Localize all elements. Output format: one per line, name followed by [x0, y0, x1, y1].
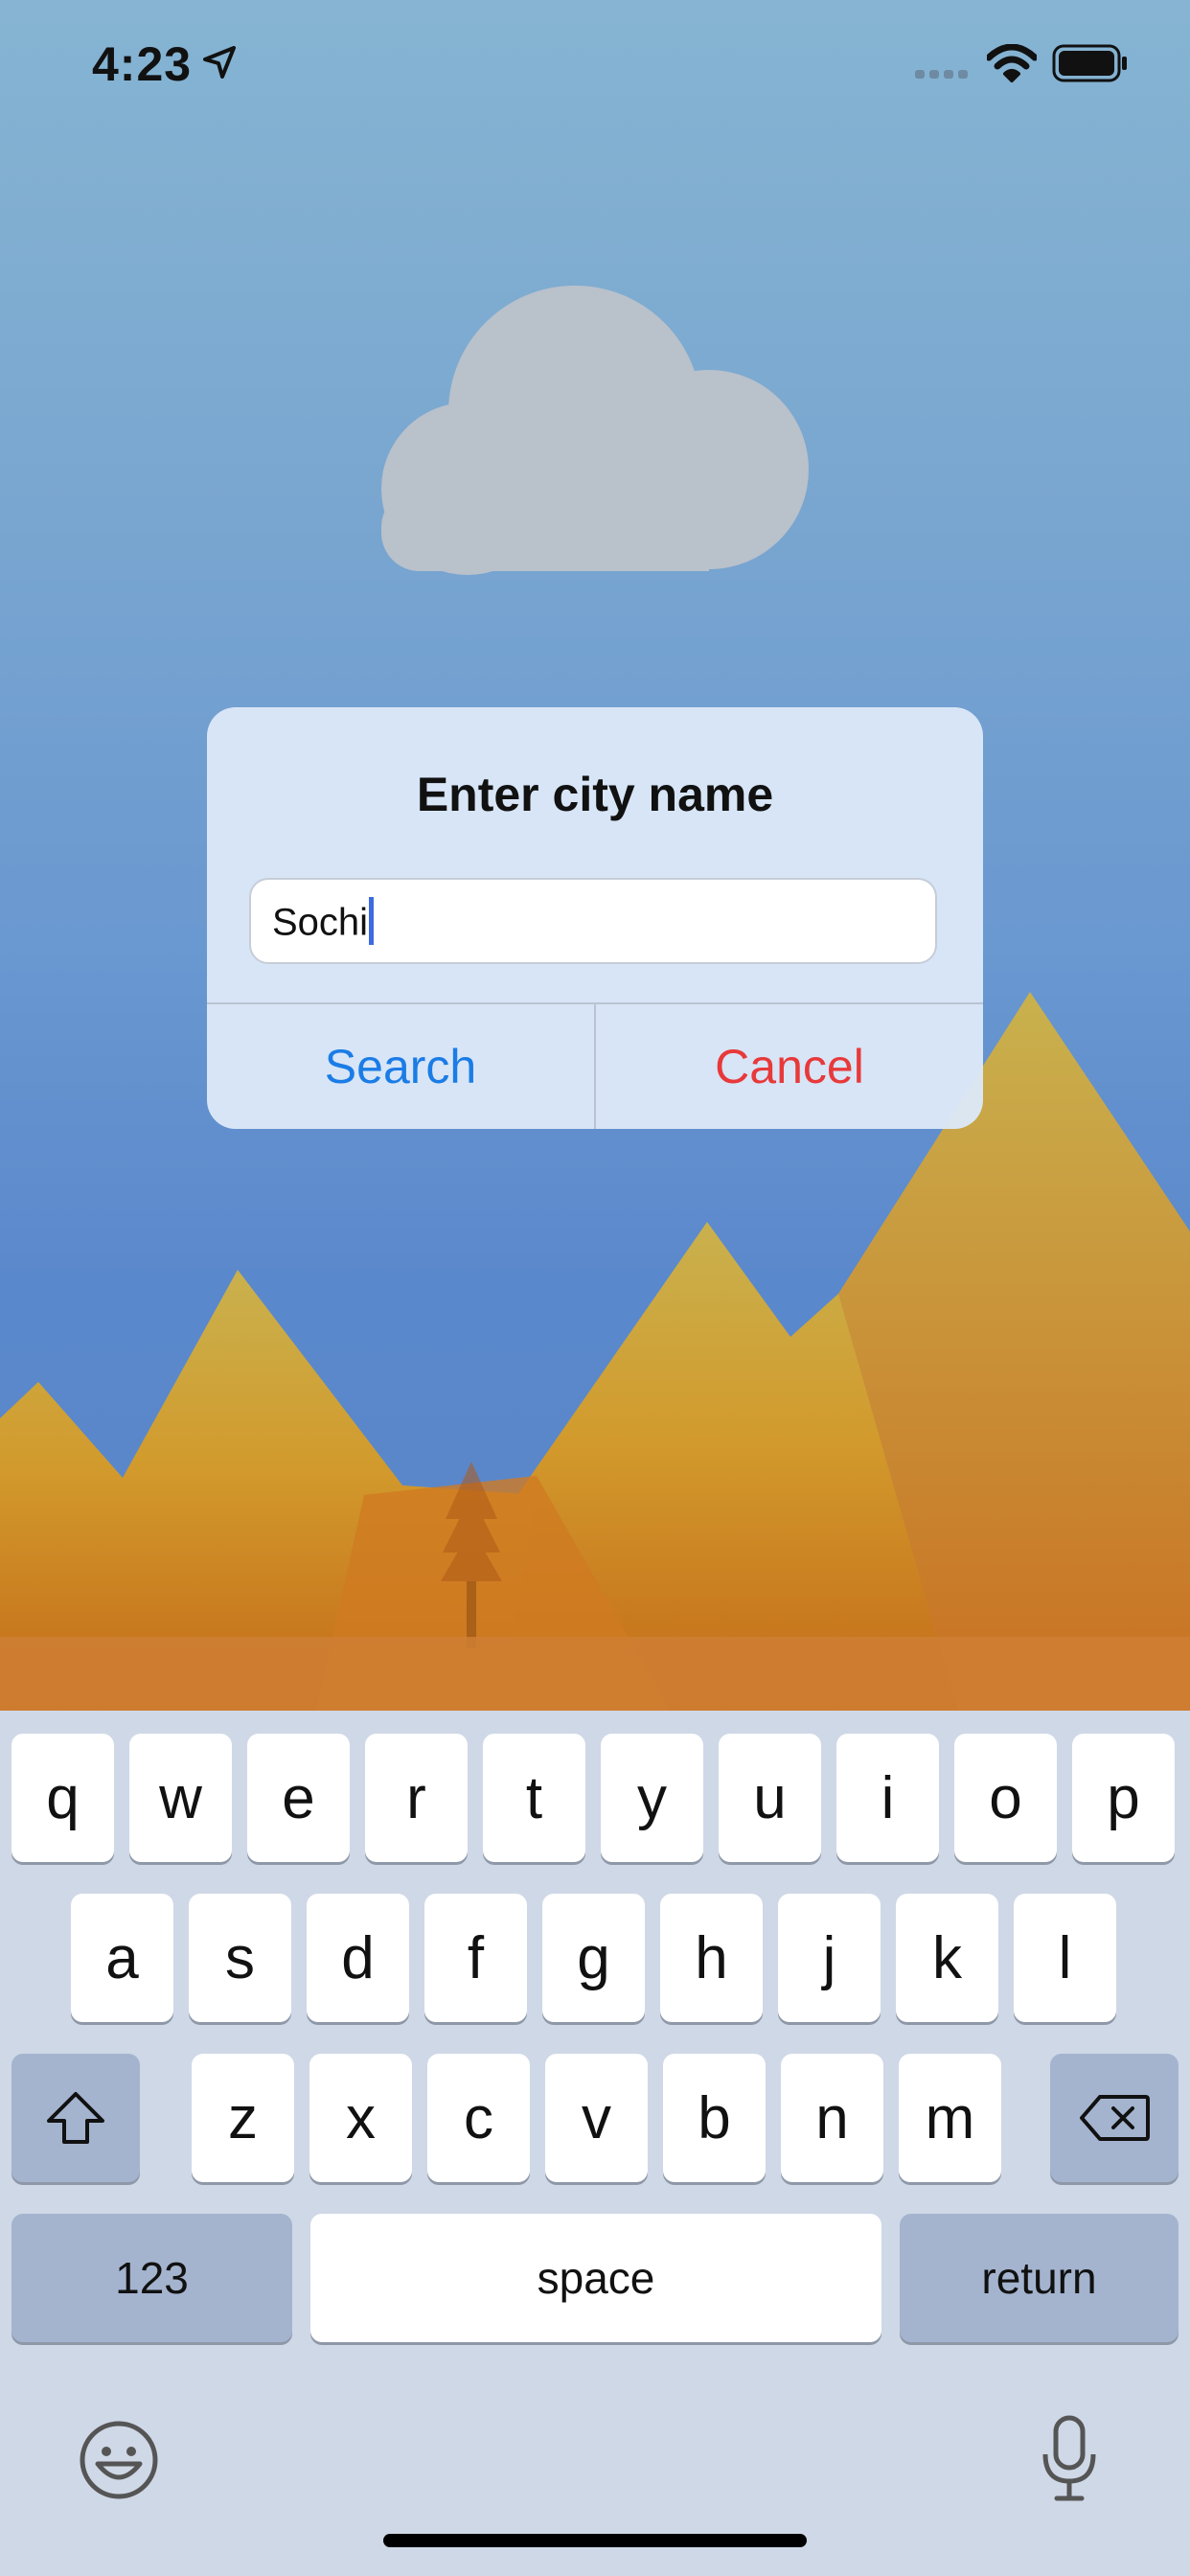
key-f[interactable]: f	[424, 1894, 527, 2022]
key-d[interactable]: d	[307, 1894, 409, 2022]
key-r[interactable]: r	[365, 1734, 468, 1862]
return-key[interactable]: return	[900, 2214, 1179, 2342]
search-button[interactable]: Search	[207, 1004, 594, 1129]
key-i[interactable]: i	[836, 1734, 939, 1862]
home-indicator[interactable]	[383, 2534, 807, 2547]
key-c[interactable]: c	[427, 2054, 530, 2182]
status-time: 4:23	[92, 37, 193, 91]
keyboard: qwertyuiop asdfghjkl zxcvbnm 123 space r…	[0, 1711, 1190, 2576]
key-u[interactable]: u	[719, 1734, 821, 1862]
alert-title: Enter city name	[416, 768, 774, 821]
key-q[interactable]: q	[11, 1734, 114, 1862]
key-b[interactable]: b	[663, 2054, 766, 2182]
key-z[interactable]: z	[192, 2054, 294, 2182]
microphone-icon[interactable]	[1040, 2414, 1099, 2507]
text-cursor	[369, 897, 375, 945]
delete-icon	[1080, 2095, 1150, 2141]
delete-key[interactable]	[1050, 2054, 1179, 2182]
key-e[interactable]: e	[247, 1734, 350, 1862]
screen: 4:23 Enter city name Sochi Search Cancel…	[0, 0, 1190, 2576]
emoji-icon[interactable]	[79, 2420, 159, 2505]
key-v[interactable]: v	[545, 2054, 648, 2182]
space-key[interactable]: space	[310, 2214, 881, 2342]
key-a[interactable]: a	[71, 1894, 173, 2022]
key-n[interactable]: n	[781, 2054, 883, 2182]
key-k[interactable]: k	[896, 1894, 998, 2022]
cancel-button[interactable]: Cancel	[596, 1004, 983, 1129]
key-p[interactable]: p	[1072, 1734, 1175, 1862]
key-o[interactable]: o	[954, 1734, 1057, 1862]
key-h[interactable]: h	[660, 1894, 763, 2022]
key-j[interactable]: j	[778, 1894, 881, 2022]
key-x[interactable]: x	[309, 2054, 412, 2182]
key-w[interactable]: w	[129, 1734, 232, 1862]
key-l[interactable]: l	[1014, 1894, 1116, 2022]
lake	[0, 1637, 1190, 1711]
shift-icon	[47, 2092, 104, 2144]
key-y[interactable]: y	[601, 1734, 703, 1862]
key-m[interactable]: m	[899, 2054, 1001, 2182]
city-name-value: Sochi	[272, 901, 369, 944]
city-name-alert: Enter city name Sochi Search Cancel	[207, 707, 983, 1129]
key-g[interactable]: g	[542, 1894, 645, 2022]
key-s[interactable]: s	[189, 1894, 291, 2022]
shift-key[interactable]	[11, 2054, 140, 2182]
key-t[interactable]: t	[483, 1734, 585, 1862]
city-name-input[interactable]: Sochi	[249, 878, 937, 964]
cloud-icon	[381, 286, 809, 575]
numbers-key[interactable]: 123	[11, 2214, 292, 2342]
